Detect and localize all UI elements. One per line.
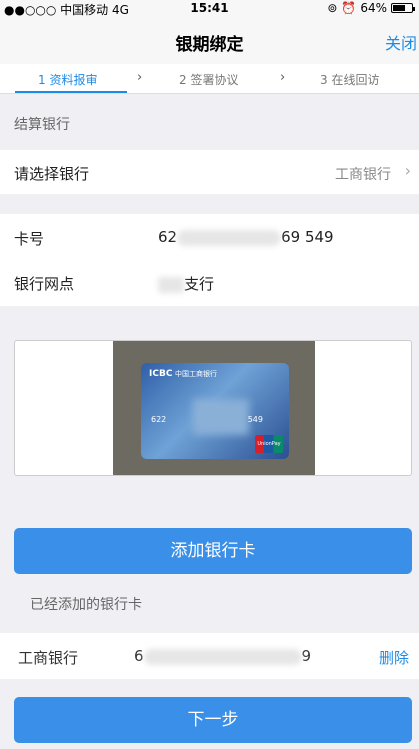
added-cards-title: 已经添加的银行卡	[30, 597, 142, 613]
list-item: 工商银行 69 删除	[0, 633, 419, 679]
card-number-right: 549	[247, 415, 263, 424]
chevron-right-icon: ›	[280, 70, 286, 85]
status-bar: ●●○○○ 中国移动 4G 15:41 ⊚ ⏰ 64%	[0, 0, 419, 18]
navigation-bar: 银期绑定 关闭	[0, 18, 419, 64]
step-1[interactable]: 1 资料报审	[38, 71, 97, 88]
bank-select-label: 请选择银行	[14, 165, 90, 183]
added-card-number-suffix: 9	[301, 647, 312, 665]
card-number-value[interactable]: 62 69 549	[158, 228, 334, 246]
step-2[interactable]: 2 签署协议	[179, 71, 238, 88]
bank-select-value: 工商银行	[335, 167, 391, 183]
step-3[interactable]: 3 在线回访	[320, 71, 379, 88]
masked-digits	[143, 648, 302, 665]
card-number-suffix: 69 549	[281, 228, 334, 246]
branch-suffix: 支行	[184, 275, 215, 293]
masked-branch	[158, 276, 184, 293]
battery-percent: 64%	[360, 1, 387, 15]
settlement-section-title: 结算银行	[14, 117, 70, 133]
step-indicator: 1 资料报审 › 2 签署协议 › 3 在线回访	[0, 64, 419, 94]
bank-select-row[interactable]: 请选择银行 工商银行 ›	[0, 150, 419, 194]
card-number-left: 622	[151, 415, 167, 424]
card-photo-frame[interactable]: ICBC 中国工商银行 622 549 UnionPay	[14, 340, 412, 476]
card-bank-name: 中国工商银行	[175, 370, 217, 378]
status-right: ⊚ ⏰ 64%	[327, 1, 415, 15]
add-bank-card-button[interactable]: 添加银行卡	[14, 528, 412, 574]
bank-card-image: ICBC 中国工商银行 622 549 UnionPay	[141, 363, 289, 459]
battery-icon	[391, 3, 415, 13]
unionpay-logo-icon: UnionPay	[255, 435, 283, 453]
chevron-right-icon: ›	[404, 161, 411, 180]
next-step-button[interactable]: 下一步	[14, 697, 412, 743]
orientation-lock-icon: ⊚	[327, 1, 338, 15]
card-photo: ICBC 中国工商银行 622 549 UnionPay	[113, 341, 315, 475]
masked-digits	[177, 229, 282, 246]
card-number-label: 卡号	[14, 230, 45, 248]
added-card-number-prefix: 6	[134, 647, 144, 665]
alarm-icon: ⏰	[341, 1, 357, 15]
close-button[interactable]: 关闭	[385, 30, 417, 54]
masked-card-area	[193, 399, 249, 435]
branch-label: 银行网点	[14, 275, 75, 293]
active-step-underline	[15, 91, 127, 93]
card-info-group: 卡号 62 69 549 银行网点 支行	[0, 214, 419, 306]
added-card-number: 69	[134, 647, 311, 665]
delete-card-button[interactable]: 删除	[379, 647, 409, 668]
added-card-bank: 工商银行	[18, 649, 79, 667]
branch-value[interactable]: 支行	[158, 273, 214, 294]
chevron-right-icon: ›	[137, 70, 143, 85]
card-number-prefix: 62	[158, 228, 178, 246]
card-brand: ICBC	[149, 369, 173, 379]
page-title: 银期绑定	[175, 35, 244, 55]
